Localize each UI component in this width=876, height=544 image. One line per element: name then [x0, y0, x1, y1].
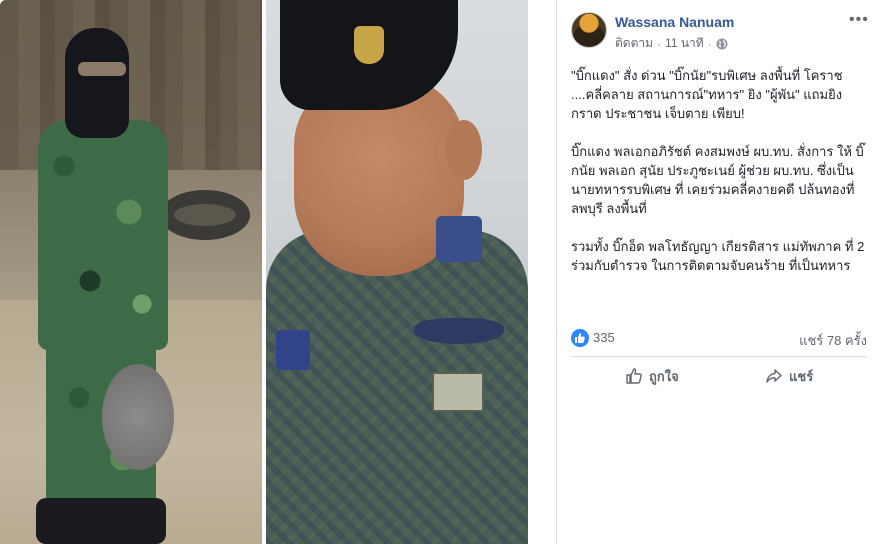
globe-icon	[716, 38, 728, 49]
share-button-label: แชร์	[789, 368, 814, 384]
post-paragraph: บิ๊กแดง พลเอกอภิรัชต์ คงสมพงษ์ ผบ.ทบ. สั…	[571, 144, 864, 216]
like-count[interactable]: 335	[593, 330, 615, 345]
post-timestamp[interactable]: 11 นาที	[665, 34, 704, 53]
reaction-stats: 335 แชร์ 78 ครั้ง	[571, 328, 867, 350]
photo-masked-soldier[interactable]	[0, 0, 262, 544]
collar-insignia	[436, 216, 482, 262]
action-bar: ถูกใจ แชร์	[571, 356, 867, 394]
post-meta: ติดตาม · 11 นาที ·	[615, 34, 728, 53]
blurred-region	[102, 364, 174, 470]
post-text: "บิ๊กแดง" สั่ง ด่วน "บิ๊กนัย"รบพิเศษ ลงพ…	[571, 66, 871, 294]
officer-uniform	[266, 230, 528, 544]
post-paragraph: "บิ๊กแดง" สั่ง ด่วน "บิ๊กนัย"รบพิเศษ ลงพ…	[571, 68, 843, 121]
like-button[interactable]: ถูกใจ	[625, 363, 679, 389]
meta-separator: ·	[707, 36, 712, 51]
post-paragraph: รวมทั้ง บิ๊กอ็ด พลโทธัญญา เกียรติสาร แม่…	[571, 239, 865, 273]
chest-patch	[432, 372, 484, 412]
beret-badge	[354, 26, 384, 64]
soldier-boots	[36, 498, 166, 544]
like-reaction-icon[interactable]	[571, 329, 589, 347]
post-header: Wassana Nanuam ติดตาม · 11 นาที · •••	[571, 10, 868, 53]
officer-ear	[446, 120, 482, 180]
soldier-eyes	[78, 62, 126, 76]
share-arrow-icon	[766, 369, 782, 383]
more-options-icon[interactable]: •••	[849, 12, 868, 28]
author-name[interactable]: Wassana Nanuam	[615, 14, 734, 30]
post-photos[interactable]	[0, 0, 556, 544]
post-panel: Wassana Nanuam ติดตาม · 11 นาที · ••• "บ…	[557, 0, 876, 544]
share-button[interactable]: แชร์	[765, 363, 813, 389]
author-avatar[interactable]	[571, 12, 607, 48]
photo-officer-beret[interactable]	[266, 0, 528, 544]
follow-link[interactable]: ติดตาม	[615, 34, 653, 53]
thumbs-up-icon	[626, 368, 642, 384]
shoulder-patch	[276, 330, 310, 370]
jump-wings-badge	[414, 318, 504, 344]
soldier-balaclava	[65, 28, 129, 138]
soldier-torso	[38, 120, 168, 350]
share-count[interactable]: แชร์ 78 ครั้ง	[799, 330, 867, 351]
meta-separator: ·	[657, 36, 662, 51]
masked-soldier-figure	[30, 28, 180, 544]
like-button-label: ถูกใจ	[649, 368, 679, 384]
